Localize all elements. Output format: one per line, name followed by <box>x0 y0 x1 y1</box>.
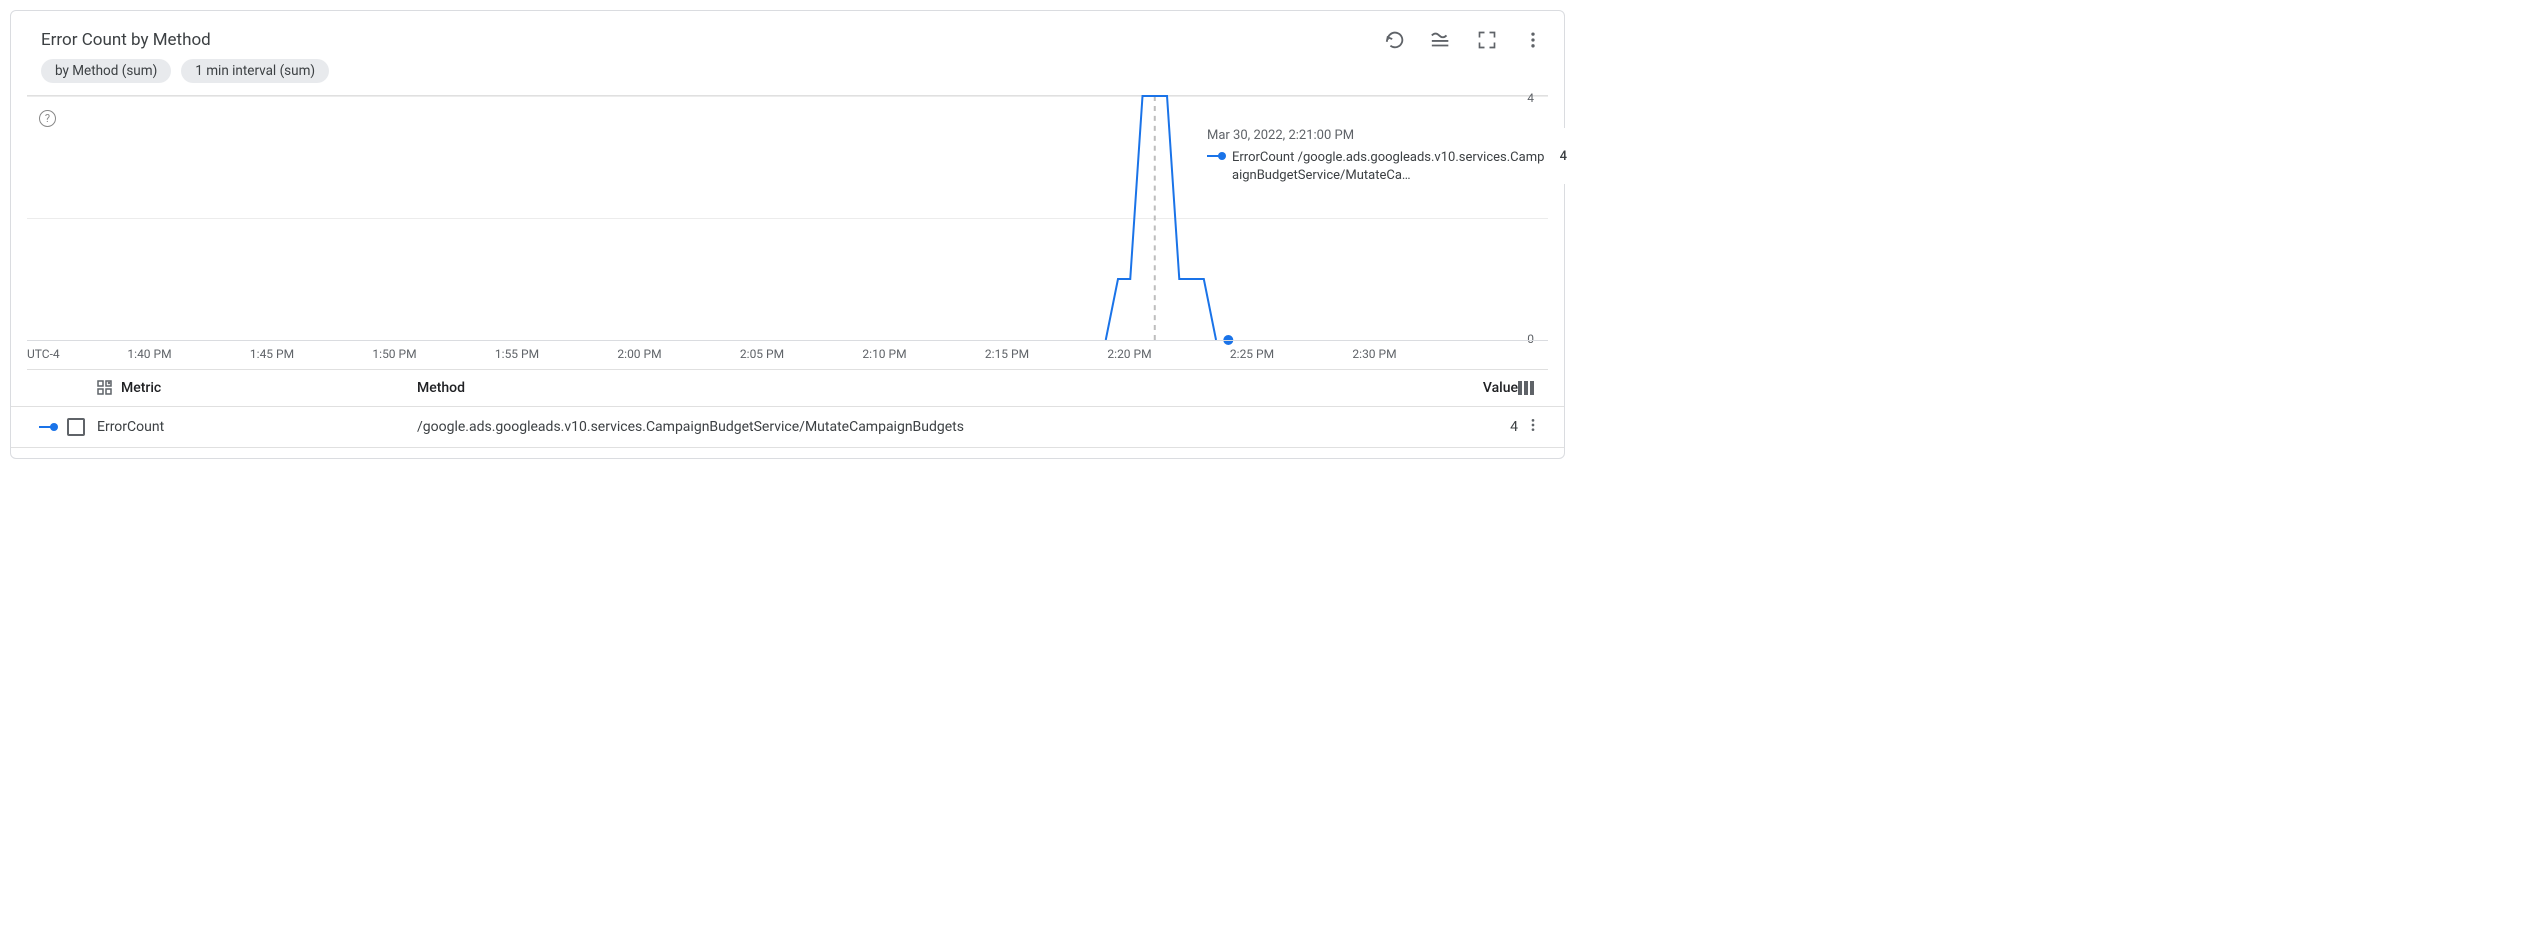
card-title: Error Count by Method <box>41 30 1384 50</box>
row-method: /google.ads.googleads.v10.services.Campa… <box>417 419 1448 435</box>
row-more-icon[interactable] <box>1518 417 1548 437</box>
hover-tooltip: Mar 30, 2022, 2:21:00 PM ErrorCount /goo… <box>1207 128 1567 184</box>
row-swatch <box>39 423 67 431</box>
col-header-value[interactable]: Value <box>1448 380 1518 396</box>
chart-area[interactable]: ? 4 0 Mar 30, 2022, 2:21:00 PM ErrorCoun… <box>27 95 1548 340</box>
x-tick: 2:05 PM <box>740 347 784 361</box>
x-tick: 2:20 PM <box>1107 347 1151 361</box>
refresh-icon[interactable] <box>1384 29 1406 51</box>
x-tick: 1:40 PM <box>127 347 171 361</box>
x-tick: 1:50 PM <box>372 347 416 361</box>
chart-card: Error Count by Method by Method (sum) 1 … <box>10 10 1565 459</box>
dashboard-icon[interactable] <box>97 380 113 396</box>
x-tick: 1:55 PM <box>495 347 539 361</box>
x-tick: 2:15 PM <box>985 347 1029 361</box>
x-tick: 2:10 PM <box>862 347 906 361</box>
col-header-metric[interactable]: Metric <box>121 380 161 396</box>
x-tick: 2:25 PM <box>1230 347 1274 361</box>
tooltip-time: Mar 30, 2022, 2:21:00 PM <box>1207 128 1567 143</box>
row-value: 4 <box>1448 419 1518 435</box>
table-header-row: Metric Method Value <box>11 370 1564 407</box>
legend-toggle-icon[interactable] <box>1430 29 1452 51</box>
y-tick-max: 4 <box>1527 91 1534 105</box>
col-header-method[interactable]: Method <box>417 380 1448 396</box>
legend-table: Metric Method Value ErrorCount /google.a… <box>11 370 1564 448</box>
x-axis: UTC-4 1:40 PM 1:45 PM 1:50 PM 1:55 PM 2:00 P… <box>27 340 1548 370</box>
row-checkbox[interactable] <box>67 418 85 436</box>
chip-group-by[interactable]: by Method (sum) <box>41 59 171 83</box>
tooltip-swatch <box>1207 152 1226 160</box>
header-actions <box>1384 29 1544 51</box>
columns-icon[interactable] <box>1518 381 1548 395</box>
tooltip-label: ErrorCount /google.ads.googleads.v10.ser… <box>1232 149 1546 184</box>
card-header: Error Count by Method <box>11 11 1564 55</box>
fullscreen-icon[interactable] <box>1476 29 1498 51</box>
chip-interval[interactable]: 1 min interval (sum) <box>181 59 329 83</box>
more-menu-icon[interactable] <box>1522 29 1544 51</box>
filter-chips: by Method (sum) 1 min interval (sum) <box>11 55 1564 95</box>
x-axis-timezone: UTC-4 <box>27 347 60 361</box>
x-tick: 1:45 PM <box>250 347 294 361</box>
row-metric: ErrorCount <box>97 419 417 435</box>
series-line <box>1106 96 1216 340</box>
table-row[interactable]: ErrorCount /google.ads.googleads.v10.ser… <box>11 407 1564 448</box>
tooltip-value: 4 <box>1560 149 1567 164</box>
x-tick: 2:00 PM <box>617 347 661 361</box>
x-tick: 2:30 PM <box>1352 347 1396 361</box>
